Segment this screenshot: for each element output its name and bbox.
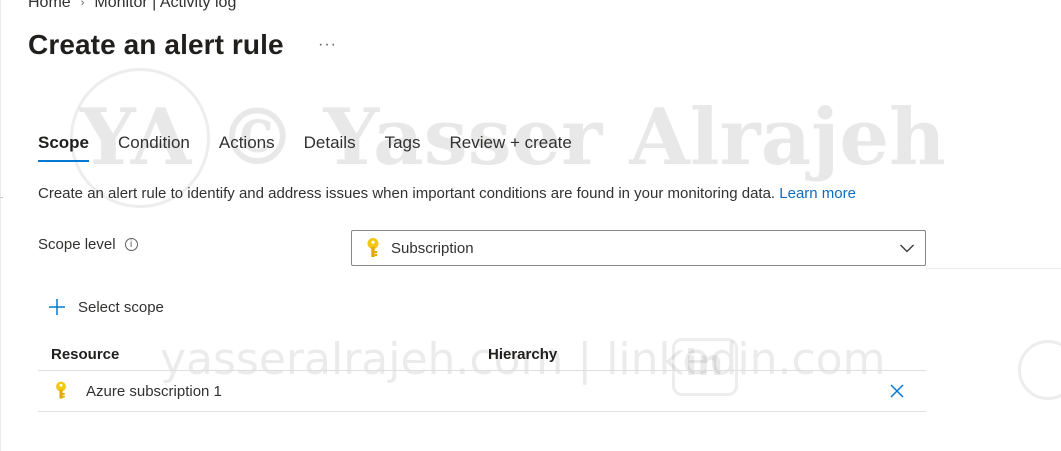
resource-cell: Azure subscription 1	[86, 383, 222, 400]
page: YA © Yasser Alrajeh yasseralrajeh.com | …	[0, 0, 1061, 451]
key-icon	[367, 238, 379, 257]
breadcrumb-home[interactable]: Home	[28, 0, 71, 12]
column-header-resource[interactable]: Resource	[51, 346, 119, 363]
breadcrumb-separator-icon: ›	[80, 0, 85, 9]
close-icon[interactable]	[889, 383, 905, 399]
breadcrumb-current[interactable]: Monitor | Activity log	[94, 0, 236, 12]
scope-table: Resource Hierarchy Azure subscription 1	[38, 340, 926, 412]
tab-condition[interactable]: Condition	[118, 133, 190, 165]
table-row[interactable]: Azure subscription 1	[38, 371, 926, 412]
scope-level-label-text: Scope level	[38, 236, 116, 253]
plus-icon	[49, 299, 65, 315]
info-icon[interactable]: i	[124, 238, 138, 251]
select-scope-button[interactable]: Select scope	[48, 298, 164, 316]
tab-review-create[interactable]: Review + create	[450, 133, 572, 165]
scope-level-value: Subscription	[391, 239, 474, 257]
tab-scope[interactable]: Scope	[38, 133, 90, 165]
description-text: Create an alert rule to identify and add…	[38, 185, 780, 202]
left-border	[0, 0, 1, 451]
scope-level-dropdown[interactable]: Subscription	[351, 230, 926, 266]
key-icon	[56, 381, 66, 399]
scope-level-label: Scope level i	[38, 236, 138, 253]
learn-more-link[interactable]: Learn more	[779, 185, 856, 202]
scope-description: Create an alert rule to identify and add…	[38, 185, 856, 202]
table-header: Resource Hierarchy	[38, 340, 926, 371]
tab-tags[interactable]: Tags	[385, 133, 421, 165]
tab-details[interactable]: Details	[304, 133, 356, 165]
more-options-button[interactable]: ···	[318, 36, 337, 54]
left-divider-tick	[0, 197, 3, 198]
section-divider	[926, 268, 1061, 269]
tab-bar: Scope Condition Actions Details Tags Rev…	[38, 133, 601, 165]
page-title: Create an alert rule	[28, 29, 284, 60]
breadcrumb: Home › Monitor | Activity log	[28, 0, 236, 12]
tab-actions[interactable]: Actions	[219, 133, 275, 165]
chevron-down-icon	[900, 244, 914, 253]
watermark-circle	[1018, 340, 1061, 400]
column-header-hierarchy[interactable]: Hierarchy	[488, 346, 557, 363]
select-scope-label: Select scope	[78, 298, 164, 316]
